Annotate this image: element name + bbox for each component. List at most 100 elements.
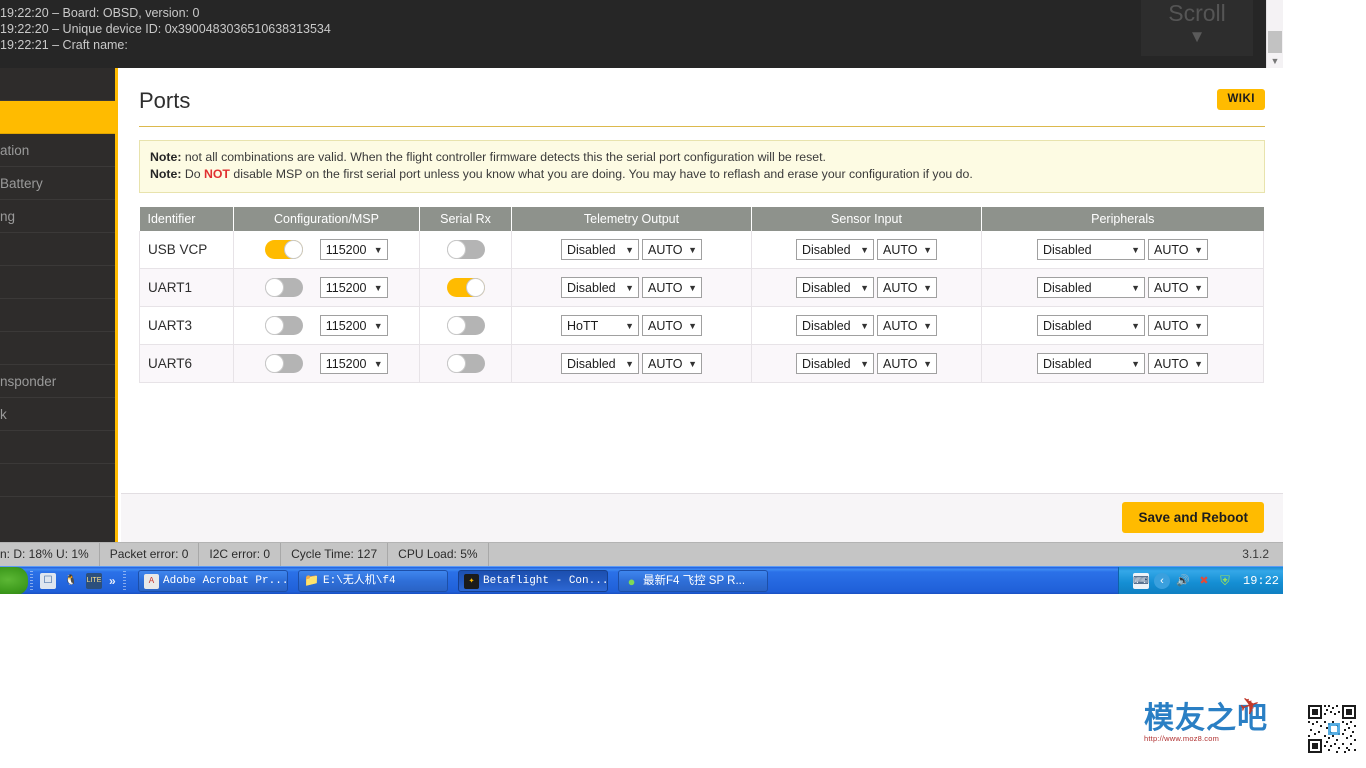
- chevron-down-icon: ▼: [1131, 359, 1140, 369]
- peripherals-function-select[interactable]: Disabled ▼: [1037, 353, 1145, 374]
- folder-icon: 📁: [304, 574, 319, 588]
- sidebar-item-ports[interactable]: [0, 101, 115, 134]
- serial-rx-toggle[interactable]: [446, 354, 485, 373]
- serial-rx-cell: [419, 344, 512, 383]
- peripherals-function-select[interactable]: Disabled ▼: [1037, 315, 1145, 336]
- show-desktop-icon[interactable]: ☐: [40, 573, 56, 589]
- sidebar-nav: ation Battery ng nsponder k: [0, 68, 118, 566]
- peripherals-baud-select[interactable]: AUTO ▼: [1148, 239, 1208, 260]
- peripherals-pair: Disabled ▼ AUTO ▼: [1037, 277, 1208, 298]
- peripherals-function-select[interactable]: Disabled ▼: [1037, 277, 1145, 298]
- msp-baud-select[interactable]: 115200 ▼: [319, 239, 388, 260]
- sensor-function-select[interactable]: Disabled ▼: [796, 277, 874, 298]
- wiki-button[interactable]: WIKI: [1217, 89, 1265, 110]
- chevron-down-icon: ▼: [625, 283, 634, 293]
- quick-launch-overflow-icon[interactable]: »: [109, 574, 116, 588]
- sidebar-item-configuration[interactable]: ation: [0, 134, 115, 167]
- keyboard-icon[interactable]: ⌨: [1133, 573, 1149, 589]
- toggle-knob: [265, 278, 285, 297]
- msp-toggle[interactable]: [265, 316, 304, 335]
- page-title: Ports: [139, 88, 191, 113]
- peripherals-cell: Disabled ▼ AUTO ▼: [981, 231, 1264, 269]
- quick-launch-grip[interactable]: [30, 571, 33, 591]
- telemetry-baud-select[interactable]: AUTO ▼: [642, 315, 702, 336]
- sensor-baud-select[interactable]: AUTO ▼: [877, 353, 937, 374]
- log-scrollbar[interactable]: ▼: [1266, 0, 1283, 68]
- table-row: USB VCP 115200 ▼ Disabled ▼ AUTO ▼ Disab…: [139, 231, 1264, 269]
- sidebar-item-transponder[interactable]: nsponder: [0, 365, 115, 398]
- column-header-telemetry-output: Telemetry Output: [511, 207, 752, 231]
- toggle-knob: [284, 240, 304, 259]
- network-disconnected-icon[interactable]: ✖: [1196, 573, 1212, 589]
- windows-taskbar: ☐ 🐧 LITE » A Adobe Acrobat Pr... 📁 E:\无人…: [0, 566, 1283, 594]
- taskbar-grip[interactable]: [122, 571, 126, 591]
- table-row: UART3 115200 ▼ HoTT ▼ AUTO ▼ Disabled ▼ …: [139, 306, 1264, 345]
- taskbar-item-explorer[interactable]: 📁 E:\无人机\f4: [298, 570, 448, 592]
- sidebar-item-12[interactable]: [0, 464, 115, 497]
- scrollbar-thumb[interactable]: [1268, 31, 1282, 53]
- telemetry-function-value: Disabled: [567, 281, 616, 295]
- peripherals-function-select[interactable]: Disabled ▼: [1037, 239, 1145, 260]
- port-identifier: UART6: [139, 344, 234, 383]
- chevron-left-icon[interactable]: ‹: [1154, 573, 1170, 589]
- taskbar-item-acrobat[interactable]: A Adobe Acrobat Pr...: [138, 570, 288, 592]
- sensor-baud-value: AUTO: [883, 281, 918, 295]
- sidebar-item-0[interactable]: [0, 68, 115, 101]
- security-shield-icon[interactable]: ⛨: [1217, 573, 1233, 589]
- sensor-function-select[interactable]: Disabled ▼: [796, 353, 874, 374]
- msp-baud-select[interactable]: 115200 ▼: [319, 315, 388, 336]
- telemetry-function-select[interactable]: Disabled ▼: [561, 277, 639, 298]
- sidebar-item-blackbox[interactable]: k: [0, 398, 115, 431]
- screen: 19:22:20 – Board: OBSD, version: 0 19:22…: [0, 0, 1366, 768]
- taskbar-item-browser[interactable]: ● 最新F4 飞控 SP R...: [618, 570, 768, 592]
- note-text-2a: Do: [181, 167, 204, 181]
- msp-baud-select[interactable]: 115200 ▼: [319, 353, 388, 374]
- peripherals-baud-select[interactable]: AUTO ▼: [1148, 315, 1208, 336]
- save-and-reboot-button[interactable]: Save and Reboot: [1122, 502, 1264, 533]
- warning-note-box: Note: not all combinations are valid. Wh…: [139, 140, 1265, 193]
- peripherals-baud-value: AUTO: [1154, 357, 1189, 371]
- msp-toggle[interactable]: [265, 354, 304, 373]
- lite-app-icon[interactable]: LITE: [86, 573, 102, 589]
- sensor-baud-select[interactable]: AUTO ▼: [877, 277, 937, 298]
- msp-toggle[interactable]: [265, 240, 304, 259]
- sensor-baud-value: AUTO: [883, 357, 918, 371]
- speaker-icon[interactable]: 🔊: [1175, 573, 1191, 589]
- start-button[interactable]: [0, 567, 28, 594]
- telemetry-baud-select[interactable]: AUTO ▼: [642, 239, 702, 260]
- telemetry-function-select[interactable]: Disabled ▼: [561, 239, 639, 260]
- msp-baud-select[interactable]: 115200 ▼: [319, 277, 388, 298]
- watermark: 模友之吧 http://www.moz8.com ✈: [1140, 690, 1366, 768]
- status-cpu-load: CPU Load: 5%: [388, 543, 489, 566]
- chevron-down-icon: ▼: [1188, 27, 1206, 46]
- taskbar-clock[interactable]: 19:22: [1243, 574, 1279, 588]
- sensor-baud-select[interactable]: AUTO ▼: [877, 239, 937, 260]
- taskbar-item-betaflight[interactable]: ✦ Betaflight - Con...: [458, 570, 608, 592]
- sensor-function-value: Disabled: [802, 243, 851, 257]
- sensor-function-select[interactable]: Disabled ▼: [796, 239, 874, 260]
- telemetry-baud-select[interactable]: AUTO ▼: [642, 353, 702, 374]
- msp-toggle[interactable]: [265, 278, 304, 297]
- sidebar-item-power-battery[interactable]: Battery: [0, 167, 115, 200]
- serial-rx-toggle[interactable]: [446, 278, 485, 297]
- chevron-down-icon: ▼: [923, 245, 932, 255]
- sidebar-item-6[interactable]: [0, 266, 115, 299]
- telemetry-function-select[interactable]: Disabled ▼: [561, 353, 639, 374]
- sidebar-item-8[interactable]: [0, 332, 115, 365]
- sidebar-item-7[interactable]: [0, 299, 115, 332]
- peripherals-baud-select[interactable]: AUTO ▼: [1148, 277, 1208, 298]
- sidebar-item-5[interactable]: [0, 233, 115, 266]
- scroll-down-arrow-icon[interactable]: ▼: [1267, 54, 1283, 68]
- telemetry-function-select[interactable]: HoTT ▼: [561, 315, 639, 336]
- telemetry-baud-select[interactable]: AUTO ▼: [642, 277, 702, 298]
- peripherals-baud-select[interactable]: AUTO ▼: [1148, 353, 1208, 374]
- qq-penguin-icon[interactable]: 🐧: [63, 573, 79, 589]
- sidebar-item-11[interactable]: [0, 431, 115, 464]
- sidebar-item-tuning[interactable]: ng: [0, 200, 115, 233]
- serial-rx-toggle[interactable]: [446, 316, 485, 335]
- peripherals-function-value: Disabled: [1043, 243, 1092, 257]
- sensor-baud-select[interactable]: AUTO ▼: [877, 315, 937, 336]
- sensor-function-select[interactable]: Disabled ▼: [796, 315, 874, 336]
- serial-rx-toggle[interactable]: [446, 240, 485, 259]
- scroll-hint[interactable]: Scroll ▼: [1141, 0, 1253, 56]
